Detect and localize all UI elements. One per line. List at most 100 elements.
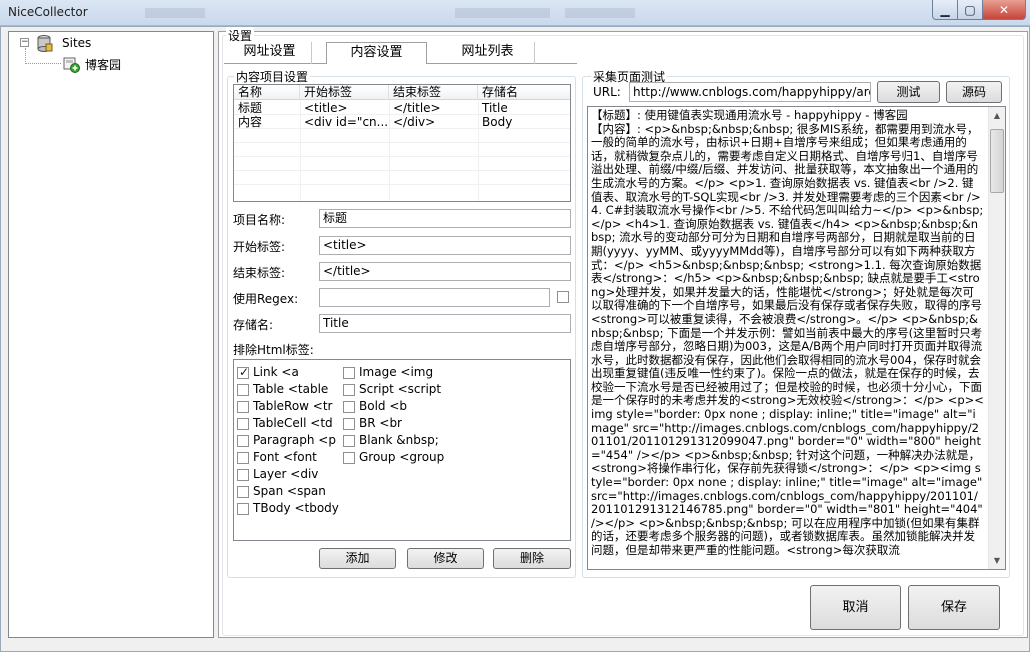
exclude-option-label[interactable]: Table <table [253, 382, 328, 396]
regex-field[interactable] [319, 288, 550, 307]
edit-button[interactable]: 修改 [407, 548, 484, 569]
exclude-checkbox[interactable] [237, 469, 249, 481]
exclude-option-label[interactable]: Paragraph <p [253, 433, 336, 447]
exclude-option-label[interactable]: Image <img [359, 365, 433, 379]
exclude-option-label[interactable]: TableCell <td [253, 416, 333, 430]
store-name-label: 存储名: [233, 318, 274, 332]
database-icon [37, 35, 53, 52]
exclude-checkbox[interactable] [343, 418, 355, 430]
content-item-group-title: 内容项目设置 [234, 68, 311, 85]
maximize-button[interactable]: ▢ [957, 0, 983, 20]
exclude-html-label: 排除Html标签: [233, 343, 314, 357]
url-input[interactable]: http://www.cnblogs.com/happyhippy/arcl [629, 82, 871, 102]
collapse-icon[interactable]: − [20, 38, 29, 47]
table-cell: <title> [304, 101, 348, 115]
grid-line [234, 142, 570, 143]
column-header[interactable]: 存储名 [478, 85, 570, 100]
save-button[interactable]: 保存 [908, 585, 1000, 630]
table-cell: 标题 [238, 101, 263, 115]
end-tag-field[interactable]: </title> [319, 262, 571, 281]
scroll-thumb[interactable] [990, 129, 1004, 193]
title-bar-ghost [145, 8, 205, 18]
tree-connector [25, 63, 61, 64]
exclude-option-label[interactable]: TableRow <tr [253, 399, 333, 413]
regex-label: 使用Regex: [233, 292, 299, 306]
end-tag-label: 结束标签: [233, 266, 286, 280]
item-name-field[interactable]: 标题 [319, 209, 571, 228]
exclude-option-label[interactable]: Font <font [253, 450, 317, 464]
url-label: URL: [593, 85, 621, 99]
add-button[interactable]: 添加 [319, 548, 396, 569]
exclude-checkbox[interactable] [237, 384, 249, 396]
column-header[interactable]: 名称 [234, 85, 300, 100]
exclude-checkbox[interactable] [343, 401, 355, 413]
capture-result-text[interactable]: 【标题】: 使用键值表实现通用流水号 - happyhippy - 博客园 【内… [587, 106, 1006, 570]
window-title: NiceCollector [8, 5, 88, 19]
table-row[interactable]: 标题 <title> </title> Title [234, 101, 570, 115]
start-tag-field[interactable]: <title> [319, 236, 571, 255]
grid-line [234, 170, 570, 171]
list-header: 名称 开始标签 结束标签 存储名 [234, 85, 570, 100]
exclude-checkbox[interactable] [343, 435, 355, 447]
title-bar-ghost [455, 8, 550, 18]
table-cell: Title [482, 101, 508, 115]
exclude-option-label[interactable]: Script <script [359, 382, 441, 396]
vertical-scrollbar[interactable]: ▲ ▼ [988, 107, 1005, 569]
exclude-checkbox[interactable] [343, 367, 355, 379]
maximize-icon: ▢ [964, 2, 976, 17]
title-bar-ghost [565, 8, 635, 18]
tree-root-label[interactable]: Sites [62, 36, 91, 50]
exclude-checkbox[interactable] [237, 365, 249, 379]
site-tree[interactable]: − Sites 博客园 [8, 31, 214, 638]
exclude-checkbox[interactable] [237, 486, 249, 498]
table-cell: </div> [393, 115, 436, 129]
table-cell: <div id="cn... [304, 115, 389, 129]
column-header[interactable]: 开始标签 [300, 85, 389, 100]
site-add-icon [63, 57, 80, 73]
title-bar: NiceCollector ▁ ▢ ✕ [0, 0, 1030, 26]
exclude-option-label[interactable]: Link <a [253, 365, 299, 379]
start-tag-label: 开始标签: [233, 240, 286, 254]
exclude-option-label[interactable]: TBody <tbody [253, 501, 339, 515]
source-button[interactable]: 源码 [946, 81, 1002, 103]
close-icon: ✕ [998, 2, 1010, 17]
content-item-list[interactable]: 名称 开始标签 结束标签 存储名 标题 <title> </title> Tit… [233, 84, 571, 202]
exclude-checkbox[interactable] [237, 452, 249, 464]
tab-content-settings[interactable]: 内容设置 [326, 42, 427, 64]
store-name-field[interactable]: Title [319, 314, 571, 333]
exclude-option-label[interactable]: Span <span [253, 484, 326, 498]
exclude-checkbox[interactable] [237, 435, 249, 447]
item-name-label: 项目名称: [233, 213, 286, 227]
exclude-checkbox[interactable] [343, 384, 355, 396]
tree-child-label[interactable]: 博客园 [85, 56, 121, 73]
column-header[interactable]: 结束标签 [389, 85, 478, 100]
exclude-option-label[interactable]: BR <br [359, 416, 402, 430]
exclude-checkbox[interactable] [237, 401, 249, 413]
test-button[interactable]: 测试 [877, 81, 940, 103]
close-button[interactable]: ✕ [982, 0, 1026, 20]
cancel-button[interactable]: 取消 [810, 585, 901, 630]
table-row[interactable]: 内容 <div id="cn... </div> Body [234, 115, 570, 129]
tree-connector [25, 48, 26, 64]
grid-line [234, 184, 570, 185]
exclude-tags-list: Link <a Table <table TableRow <tr TableC… [233, 359, 571, 541]
tab-url-settings[interactable]: 网址设置 [228, 42, 312, 64]
scroll-up-icon[interactable]: ▲ [989, 107, 1005, 124]
exclude-option-label[interactable]: Blank &nbsp; [359, 433, 439, 447]
table-cell: 内容 [238, 115, 263, 129]
exclude-checkbox[interactable] [343, 452, 355, 464]
exclude-option-label[interactable]: Layer <div [253, 467, 318, 481]
minimize-button[interactable]: ▁ [932, 0, 958, 20]
table-cell: Body [482, 115, 513, 129]
exclude-option-label[interactable]: Group <group [359, 450, 444, 464]
exclude-checkbox[interactable] [237, 503, 249, 515]
exclude-checkbox[interactable] [237, 418, 249, 430]
tab-url-list[interactable]: 网址列表 [441, 42, 535, 64]
delete-button[interactable]: 删除 [493, 548, 571, 569]
regex-checkbox[interactable] [557, 291, 569, 303]
table-cell: </title> [393, 101, 441, 115]
scroll-down-icon[interactable]: ▼ [989, 552, 1005, 569]
exclude-option-label[interactable]: Bold <b [359, 399, 407, 413]
result-content: 【标题】: 使用键值表实现通用流水号 - happyhippy - 博客园 【内… [591, 108, 984, 557]
minimize-icon: ▁ [940, 2, 950, 17]
